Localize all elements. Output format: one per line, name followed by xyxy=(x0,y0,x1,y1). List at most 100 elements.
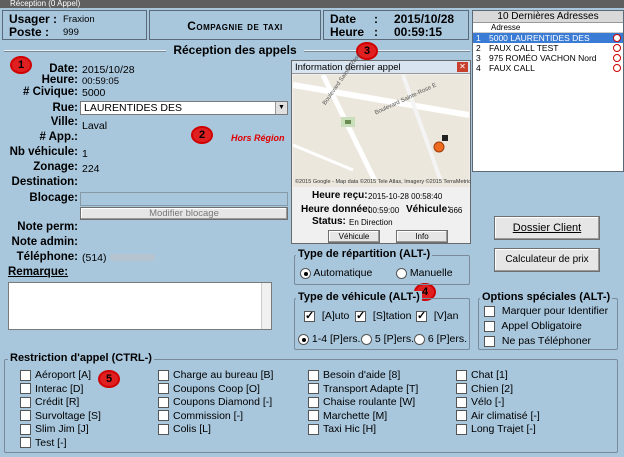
restriction-checkbox[interactable] xyxy=(158,410,169,422)
address-row[interactable]: 3 975 ROMÉO VACHON Nord xyxy=(473,53,623,63)
checkbox-appel-obligatoire[interactable] xyxy=(484,320,495,332)
map-view[interactable] xyxy=(293,75,469,187)
recent-addresses-title: 10 Dernières Adresses xyxy=(473,11,623,23)
map-credit: ©2015 Google - Map data ©2015 Tele Atlas… xyxy=(295,179,471,185)
restriction-checkbox[interactable] xyxy=(308,369,319,381)
restriction-item[interactable]: Marchette [M] xyxy=(308,410,387,422)
restriction-checkbox[interactable] xyxy=(456,423,467,435)
no-entry-icon[interactable] xyxy=(613,64,621,72)
restriction-checkbox[interactable] xyxy=(456,410,467,422)
vehicule-auto[interactable]: [A]uto xyxy=(304,309,349,322)
repartition-manuelle[interactable]: Manuelle xyxy=(396,267,453,279)
option-ne-pas-telephoner[interactable]: Ne pas Téléphoner xyxy=(484,335,591,347)
restriction-checkbox[interactable] xyxy=(456,369,467,381)
restriction-item[interactable]: Aéroport [A] xyxy=(20,369,91,381)
vehicule-station[interactable]: [S]tation xyxy=(355,309,411,322)
restriction-item[interactable]: Vélo [-] xyxy=(456,396,504,408)
calculateur-prix-button[interactable]: Calculateur de prix xyxy=(494,248,600,272)
restriction-checkbox[interactable] xyxy=(158,423,169,435)
restriction-checkbox[interactable] xyxy=(308,423,319,435)
restriction-item[interactable]: Long Trajet [-] xyxy=(456,423,536,435)
modifier-blocage-button[interactable]: Modifier blocage xyxy=(80,207,288,220)
checkbox-auto[interactable] xyxy=(304,309,315,322)
chevron-down-icon[interactable]: ▼ xyxy=(275,102,287,114)
restriction-checkbox[interactable] xyxy=(456,396,467,408)
checkbox-marquer[interactable] xyxy=(484,305,495,317)
vehicule-value: 666 xyxy=(449,206,463,215)
restriction-item[interactable]: Slim Jim [J] xyxy=(20,423,89,435)
vehicule-van[interactable]: [V]an xyxy=(416,309,458,322)
info-window-titlebar: Information dernier appel ✕ xyxy=(292,61,470,74)
vehicule-button[interactable]: Véhicule xyxy=(328,230,380,243)
address-row[interactable]: 1 5000 LAURENTIDES DES xyxy=(473,33,623,43)
restriction-item[interactable]: Transport Adapte [T] xyxy=(308,383,418,395)
option-appel-obligatoire[interactable]: Appel Obligatoire xyxy=(484,320,582,332)
radio-manuelle[interactable] xyxy=(396,267,407,279)
checkbox-station[interactable] xyxy=(355,309,366,322)
restriction-item[interactable]: Chat [1] xyxy=(456,369,508,381)
restriction-item[interactable]: Test [-] xyxy=(20,437,67,449)
rue-select[interactable]: LAURENTIDES DES ▼ xyxy=(80,101,288,115)
restriction-item[interactable]: Survoltage [S] xyxy=(20,410,101,422)
company-name: Compagnie de taxi xyxy=(187,19,283,33)
vehicule-label: Véhicule: xyxy=(406,204,451,215)
pers-5[interactable]: 5 [P]ers. xyxy=(361,333,414,345)
no-entry-icon[interactable] xyxy=(613,54,621,62)
radio-6-pers[interactable] xyxy=(414,333,425,345)
restriction-label: Chat [1] xyxy=(471,369,508,381)
restriction-item[interactable]: Air climatisé [-] xyxy=(456,410,540,422)
address-column-header: Adresse xyxy=(473,23,623,33)
restriction-item[interactable]: Commission [-] xyxy=(158,410,243,422)
restriction-item[interactable]: Colis [L] xyxy=(158,423,211,435)
restriction-checkbox[interactable] xyxy=(158,369,169,381)
repartition-automatique[interactable]: Automatique xyxy=(300,267,372,279)
restriction-item[interactable]: Coupons Diamond [-] xyxy=(158,396,272,408)
no-entry-icon[interactable] xyxy=(613,34,621,42)
address-row[interactable]: 2 FAUX CALL TEST xyxy=(473,43,623,53)
pers-5-label: 5 [P]ers. xyxy=(374,333,415,345)
restriction-label: Aéroport [A] xyxy=(35,369,92,381)
remarque-textarea[interactable] xyxy=(8,282,272,330)
telephone-blurred xyxy=(110,254,155,261)
restriction-checkbox[interactable] xyxy=(308,383,319,395)
restriction-item[interactable]: Chaise roulante [W] xyxy=(308,396,415,408)
restriction-item[interactable]: Interac [D] xyxy=(20,383,83,395)
restriction-item[interactable]: Charge au bureau [B] xyxy=(158,369,273,381)
restriction-checkbox[interactable] xyxy=(20,410,31,422)
restriction-item[interactable]: Crédit [R] xyxy=(20,396,79,408)
restriction-label: Slim Jim [J] xyxy=(35,423,89,435)
checkbox-ne-pas-telephoner[interactable] xyxy=(484,335,495,347)
civique-value: 5000 xyxy=(82,87,106,99)
address-row[interactable]: 4 FAUX CALL xyxy=(473,63,623,73)
restriction-checkbox[interactable] xyxy=(158,383,169,395)
section-divider-right xyxy=(304,50,470,52)
option-marquer[interactable]: Marquer pour Identifier xyxy=(484,305,608,317)
restriction-checkbox[interactable] xyxy=(456,383,467,395)
scrollbar[interactable] xyxy=(261,283,271,329)
restriction-checkbox[interactable] xyxy=(20,437,31,449)
restriction-checkbox[interactable] xyxy=(20,383,31,395)
heure-donnee-label: Heure donnée: xyxy=(301,204,372,215)
blocage-field[interactable] xyxy=(80,192,288,206)
pers-1-4[interactable]: 1-4 [P]ers. xyxy=(298,333,360,345)
restriction-checkbox[interactable] xyxy=(308,396,319,408)
radio-automatique[interactable] xyxy=(300,267,311,279)
restriction-checkbox[interactable] xyxy=(20,369,31,381)
dossier-client-button[interactable]: Dossier Client xyxy=(494,216,600,240)
restriction-checkbox[interactable] xyxy=(308,410,319,422)
close-icon[interactable]: ✕ xyxy=(457,62,468,72)
restriction-item[interactable]: Besoin d'aide [8] xyxy=(308,369,400,381)
restriction-checkbox[interactable] xyxy=(20,423,31,435)
restriction-checkbox[interactable] xyxy=(158,396,169,408)
info-button[interactable]: Info xyxy=(396,230,448,243)
restriction-item[interactable]: Chien [2] xyxy=(456,383,513,395)
restriction-checkbox[interactable] xyxy=(20,396,31,408)
checkbox-van[interactable] xyxy=(416,309,427,322)
no-entry-icon[interactable] xyxy=(613,44,621,52)
restriction-item[interactable]: Taxi Hic [H] xyxy=(308,423,376,435)
radio-1-4-pers[interactable] xyxy=(298,333,309,345)
restriction-label: Colis [L] xyxy=(173,423,211,435)
pers-6[interactable]: 6 [P]ers. xyxy=(414,333,467,345)
radio-5-pers[interactable] xyxy=(361,333,372,345)
restriction-item[interactable]: Coupons Coop [O] xyxy=(158,383,260,395)
